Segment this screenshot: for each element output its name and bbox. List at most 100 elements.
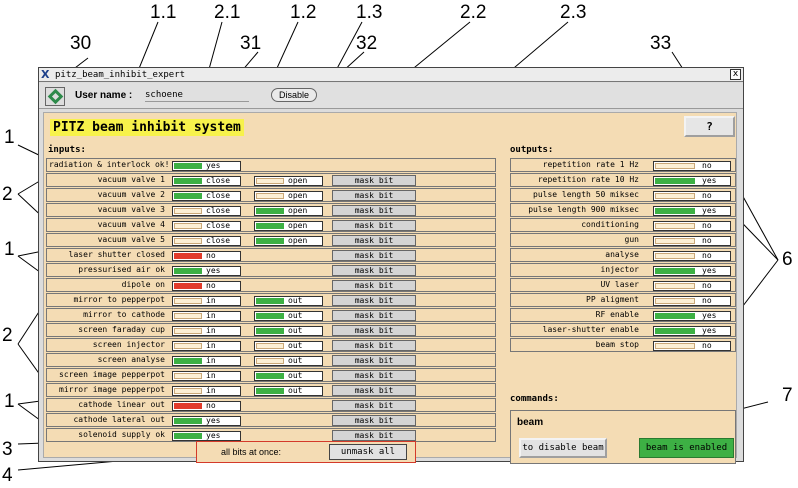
mask-bit-button[interactable]: mask bit bbox=[332, 310, 416, 321]
status-text: yes bbox=[702, 326, 717, 335]
status-indicator: open bbox=[254, 176, 323, 186]
mask-bit-button[interactable]: mask bit bbox=[332, 340, 416, 351]
status-text: in bbox=[206, 356, 216, 365]
status-indicator: in bbox=[172, 356, 241, 366]
help-button[interactable]: ? bbox=[684, 116, 735, 137]
status-text: open bbox=[288, 176, 308, 185]
status-indicator: no bbox=[653, 281, 731, 291]
output-label: pulse length 900 miksec bbox=[528, 205, 639, 214]
callout-2-2: 2.2 bbox=[460, 2, 487, 23]
status-indicator: no bbox=[653, 296, 731, 306]
mask-bit-button[interactable]: mask bit bbox=[332, 280, 416, 291]
input-label: vacuum valve 2 bbox=[97, 190, 165, 199]
status-indicator: open bbox=[254, 236, 323, 246]
output-label: RF enable bbox=[595, 310, 639, 319]
x-window-icon: X bbox=[41, 68, 50, 81]
mask-bit-button[interactable]: mask bit bbox=[332, 205, 416, 216]
disable-button[interactable]: Disable bbox=[271, 88, 317, 102]
status-text: out bbox=[288, 356, 303, 365]
mask-bit-button[interactable]: mask bit bbox=[332, 385, 416, 396]
mask-bit-button[interactable]: mask bit bbox=[332, 175, 416, 186]
status-text: out bbox=[288, 386, 303, 395]
status-lamp bbox=[174, 358, 202, 364]
input-row: mirror image pepperpot in out mask bit bbox=[46, 383, 496, 397]
callout-7: 7 bbox=[782, 385, 793, 406]
status-lamp bbox=[174, 253, 202, 259]
status-indicator: no bbox=[172, 281, 241, 291]
status-lamp bbox=[655, 343, 695, 349]
callout-1-1: 1.1 bbox=[150, 2, 177, 23]
input-row: radiation & interlock ok! yes bbox=[46, 158, 496, 172]
app-logo-icon[interactable] bbox=[45, 87, 65, 106]
status-text: out bbox=[288, 326, 303, 335]
input-label: dipole on bbox=[121, 280, 165, 289]
all-bits-box: all bits at once: unmask all bbox=[196, 441, 416, 463]
status-lamp bbox=[174, 193, 202, 199]
status-lamp bbox=[174, 238, 202, 244]
output-label: laser-shutter enable bbox=[542, 325, 639, 334]
status-indicator: yes bbox=[172, 416, 241, 426]
callout-32: 32 bbox=[356, 33, 378, 54]
mask-bit-button[interactable]: mask bit bbox=[332, 430, 416, 441]
input-row: solenoid supply ok yes mask bit bbox=[46, 428, 496, 442]
user-name-label: User name : bbox=[75, 90, 133, 101]
outputs-heading: outputs: bbox=[510, 145, 554, 155]
disable-beam-button[interactable]: to disable beam bbox=[519, 438, 607, 458]
status-lamp bbox=[174, 328, 202, 334]
unmask-all-button[interactable]: unmask all bbox=[329, 444, 407, 460]
status-lamp bbox=[655, 313, 695, 319]
user-name-field[interactable]: schoene bbox=[145, 89, 249, 102]
commands-heading: commands: bbox=[510, 394, 559, 404]
status-lamp bbox=[256, 373, 284, 379]
status-indicator: yes bbox=[172, 161, 241, 171]
status-lamp bbox=[174, 403, 202, 409]
status-text: open bbox=[288, 236, 308, 245]
mask-bit-button[interactable]: mask bit bbox=[332, 325, 416, 336]
input-label: screen image pepperpot bbox=[59, 370, 165, 379]
status-lamp bbox=[174, 418, 202, 424]
status-text: open bbox=[288, 191, 308, 200]
title-bar[interactable]: X pitz_beam_inhibit_expert x bbox=[39, 68, 743, 82]
mask-bit-button[interactable]: mask bit bbox=[332, 235, 416, 246]
input-row: screen analyse in out mask bit bbox=[46, 353, 496, 367]
status-indicator: no bbox=[653, 341, 731, 351]
mask-bit-button[interactable]: mask bit bbox=[332, 370, 416, 381]
output-row: analyse no bbox=[510, 248, 736, 262]
status-indicator: in bbox=[172, 311, 241, 321]
status-indicator: out bbox=[254, 296, 323, 306]
callout-2-1: 2.1 bbox=[214, 2, 241, 23]
status-lamp bbox=[174, 388, 202, 394]
status-lamp bbox=[174, 208, 202, 214]
output-label: PP aligment bbox=[586, 295, 639, 304]
status-indicator: close bbox=[172, 176, 241, 186]
close-icon[interactable]: x bbox=[730, 69, 741, 80]
mask-bit-button[interactable]: mask bit bbox=[332, 265, 416, 276]
status-text: out bbox=[288, 311, 303, 320]
mask-bit-button[interactable]: mask bit bbox=[332, 190, 416, 201]
status-indicator: close bbox=[172, 236, 241, 246]
status-text: in bbox=[206, 311, 216, 320]
status-text: no bbox=[702, 251, 712, 260]
status-text: close bbox=[206, 176, 231, 185]
input-row: dipole on no mask bit bbox=[46, 278, 496, 292]
mask-bit-button[interactable]: mask bit bbox=[332, 415, 416, 426]
callout-2-left-b: 2 bbox=[2, 325, 13, 346]
input-label: screen faraday cup bbox=[78, 325, 165, 334]
status-text: open bbox=[288, 221, 308, 230]
input-label: pressurised air ok bbox=[78, 265, 165, 274]
mask-bit-button[interactable]: mask bit bbox=[332, 355, 416, 366]
mask-bit-button[interactable]: mask bit bbox=[332, 295, 416, 306]
status-indicator: no bbox=[653, 236, 731, 246]
status-text: no bbox=[702, 281, 712, 290]
status-indicator: yes bbox=[653, 206, 731, 216]
mask-bit-button[interactable]: mask bit bbox=[332, 400, 416, 411]
annotated-screenshot: 1.1 2.1 1.2 1.3 2.2 2.3 30 31 32 33 1 2 … bbox=[0, 0, 798, 488]
mask-bit-button[interactable]: mask bit bbox=[332, 250, 416, 261]
mask-bit-button[interactable]: mask bit bbox=[332, 220, 416, 231]
status-indicator: yes bbox=[653, 311, 731, 321]
status-text: out bbox=[288, 371, 303, 380]
status-text: in bbox=[206, 386, 216, 395]
input-label: vacuum valve 3 bbox=[97, 205, 165, 214]
status-text: yes bbox=[702, 206, 717, 215]
input-label: screen analyse bbox=[97, 355, 165, 364]
